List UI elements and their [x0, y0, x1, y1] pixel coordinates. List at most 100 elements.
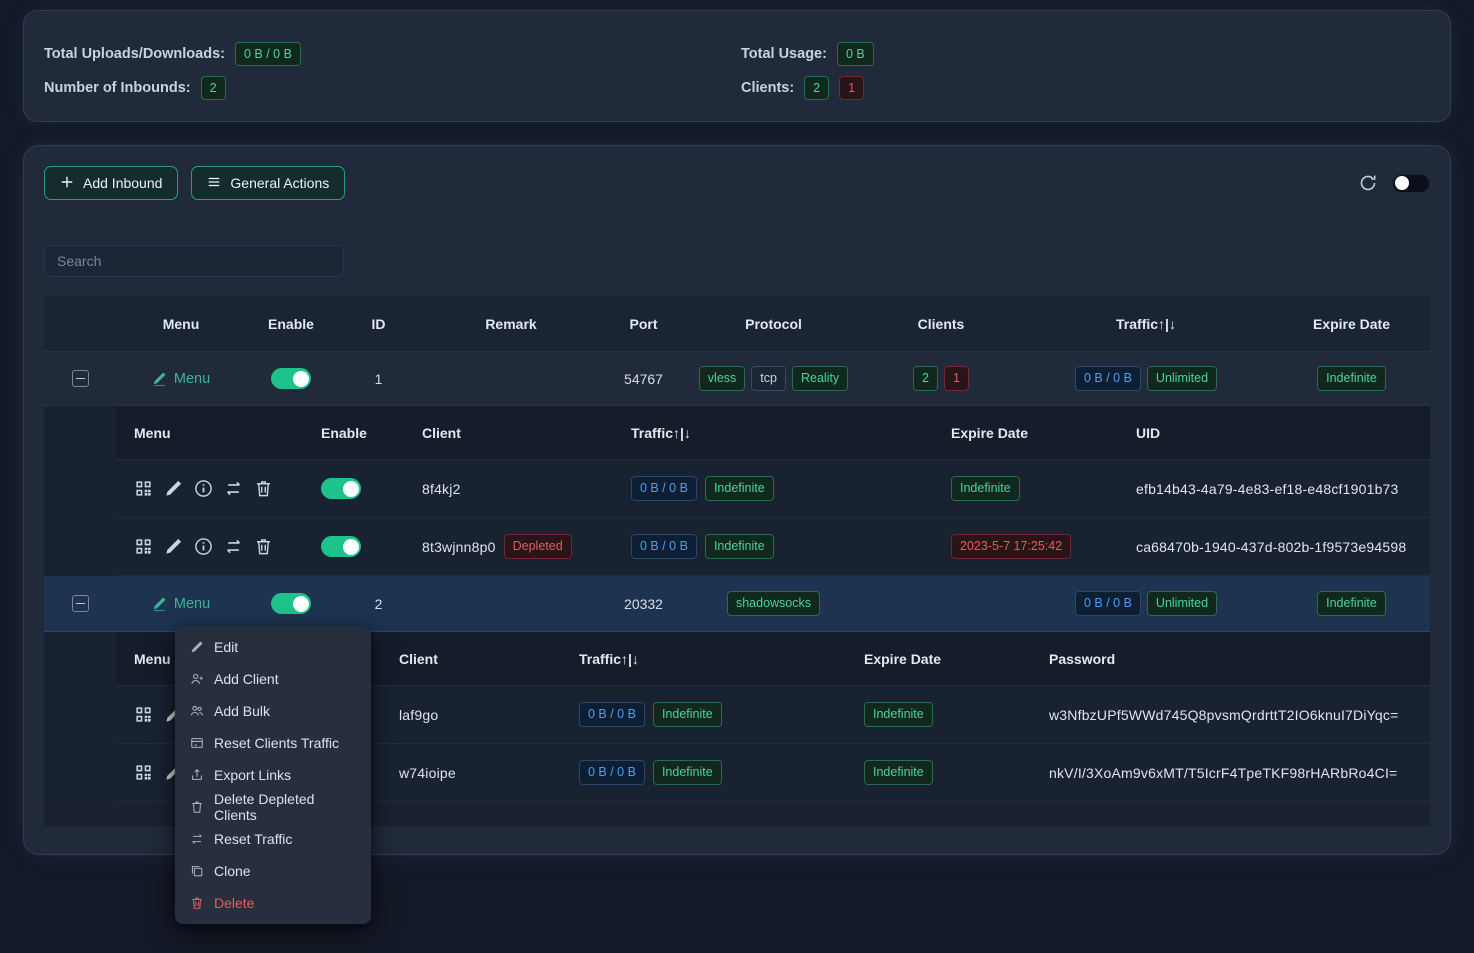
theme-toggle-knob [1395, 176, 1409, 190]
client-row-8t3wjnn8p0: 8t3wjnn8p0 Depleted 0 B / 0 B Indefinite… [116, 518, 1430, 576]
client-expire-badge: Indefinite [864, 702, 933, 726]
client-quota-badge: Indefinite [653, 702, 722, 726]
inbound-1-quota-badge: Unlimited [1147, 366, 1217, 390]
add-inbound-button[interactable]: Add Inbound [44, 166, 178, 200]
context-menu-item-edit[interactable]: Edit [175, 631, 371, 663]
client-uid: efb14b43-4a79-4e83-ef18-e48cf1901b73 [1118, 481, 1432, 497]
sub2-header-traffic-sort[interactable]: Traffic↑|↓ [561, 651, 846, 667]
client-traffic-badge: 0 B / 0 B [631, 476, 697, 500]
sub2-header-password: Password [1031, 651, 1432, 667]
stat-uploads-downloads: Total Uploads/Downloads: 0 B / 0 B [44, 39, 741, 69]
stat-total-usage: Total Usage: 0 B [741, 39, 1430, 69]
client-actions [134, 537, 273, 556]
export-icon [190, 768, 204, 782]
client-expire-badge: Indefinite [864, 760, 933, 784]
client-name: 8t3wjnn8p0 [422, 539, 496, 555]
sub2-header-expire: Expire Date [846, 651, 1031, 667]
inbound-2-menu-label: Menu [174, 596, 210, 612]
uploads-downloads-value: 0 B / 0 B [235, 42, 301, 66]
client-quota-badge: Indefinite [653, 760, 722, 784]
reset-traffic-icon [190, 832, 204, 846]
delete-client-icon[interactable] [254, 479, 273, 498]
context-menu-label: Delete Depleted Clients [214, 791, 356, 823]
client-quota-badge: Indefinite [705, 534, 774, 558]
inbound-1-id: 1 [336, 371, 421, 387]
protocol-badge-reality: Reality [792, 366, 848, 390]
clients-label: Clients: [741, 80, 794, 96]
inbound-2-traffic-badge: 0 B / 0 B [1075, 591, 1141, 615]
theme-toggle[interactable] [1392, 174, 1430, 193]
general-actions-button[interactable]: General Actions [191, 166, 345, 200]
inbound-1-clients-total: 2 [913, 366, 938, 390]
header-remark: Remark [421, 316, 601, 332]
delete-client-icon[interactable] [254, 537, 273, 556]
client-expire-badge: 2023-5-7 17:25:42 [951, 534, 1071, 558]
header-enable: Enable [246, 316, 336, 332]
context-menu-item-clone[interactable]: Clone [175, 855, 371, 887]
client-traffic-badge: 0 B / 0 B [579, 702, 645, 726]
inbound-row-2: Menu 2 20332 shadowsocks 0 B / 0 B Unlim… [44, 576, 1430, 632]
info-icon[interactable] [194, 537, 213, 556]
client-password: nkV/I/3XoAm9v6xMT/T5IcrF4TpeTKF98rHARbRo… [1031, 765, 1432, 781]
qr-code-icon[interactable] [134, 705, 153, 724]
client-enable-switch[interactable] [321, 478, 361, 499]
reset-client-traffic-icon[interactable] [224, 537, 243, 556]
inbound-2-id: 2 [336, 596, 421, 612]
inbounds-page: Total Uploads/Downloads: 0 B / 0 B Numbe… [0, 0, 1474, 953]
context-menu-item-reset-clients-traffic[interactable]: Reset Clients Traffic [175, 727, 371, 759]
search-input[interactable] [44, 245, 344, 277]
clients-total-badge: 2 [804, 76, 829, 100]
sub1-header-expire: Expire Date [933, 425, 1118, 441]
edit-client-icon[interactable] [164, 479, 183, 498]
client-name: laf9go [381, 707, 561, 723]
context-menu-item-add-client[interactable]: Add Client [175, 663, 371, 695]
client-quota-badge: Indefinite [705, 476, 774, 500]
toolbar: Add Inbound General Actions [44, 166, 1430, 200]
inbound-1-expire-badge: Indefinite [1317, 366, 1386, 390]
collapse-icon[interactable] [72, 595, 89, 612]
inbound-2-menu-button[interactable]: Menu [152, 596, 210, 612]
info-icon[interactable] [194, 479, 213, 498]
sub1-header-traffic-sort[interactable]: Traffic↑|↓ [613, 425, 933, 441]
context-menu-item-reset-traffic[interactable]: Reset Traffic [175, 823, 371, 855]
inbound-2-enable-switch[interactable] [271, 593, 311, 614]
client-row-8f4kj2: 8f4kj2 0 B / 0 B Indefinite Indefinite e… [116, 460, 1430, 518]
inbound-1-menu-button[interactable]: Menu [152, 371, 210, 387]
qr-code-icon[interactable] [134, 479, 153, 498]
clone-icon [190, 864, 204, 878]
collapse-icon[interactable] [72, 370, 89, 387]
client-depleted-badge: Depleted [504, 534, 572, 558]
sub1-header-menu: Menu [116, 425, 303, 441]
uploads-downloads-label: Total Uploads/Downloads: [44, 46, 225, 62]
header-protocol: Protocol [686, 316, 861, 332]
inbound-1-traffic-badge: 0 B / 0 B [1075, 366, 1141, 390]
refresh-icon[interactable] [1358, 173, 1378, 193]
inbound-table-header: Menu Enable ID Remark Port Protocol Clie… [44, 296, 1430, 352]
plus-icon [60, 175, 74, 192]
stats-right-column: Total Usage: 0 B Clients: 2 1 [741, 39, 1430, 121]
qr-code-icon[interactable] [134, 537, 153, 556]
context-menu-item-export-links[interactable]: Export Links [175, 759, 371, 791]
context-menu-label: Clone [214, 863, 251, 879]
client-uid: ca68470b-1940-437d-802b-1f9573e94598 [1118, 539, 1432, 555]
context-menu-item-delete-depleted-clients[interactable]: Delete Depleted Clients [175, 791, 371, 823]
protocol-badge-shadowsocks: shadowsocks [727, 591, 820, 615]
sub1-header-enable: Enable [303, 425, 404, 441]
context-menu-label: Reset Traffic [214, 831, 292, 847]
qr-code-icon[interactable] [134, 763, 153, 782]
client-enable-switch[interactable] [321, 536, 361, 557]
client-name: 8f4kj2 [404, 481, 613, 497]
stat-number-of-inbounds: Number of Inbounds: 2 [44, 73, 741, 103]
inbound-1-port: 54767 [601, 371, 686, 387]
sub1-header-uid: UID [1118, 425, 1432, 441]
edit-client-icon[interactable] [164, 537, 183, 556]
stat-clients: Clients: 2 1 [741, 73, 1430, 103]
context-menu-item-delete[interactable]: Delete [175, 887, 371, 919]
context-menu-item-add-bulk[interactable]: Add Bulk [175, 695, 371, 727]
inbounds-count-label: Number of Inbounds: [44, 80, 191, 96]
client-table-1-header: Menu Enable Client Traffic↑|↓ Expire Dat… [116, 406, 1430, 460]
reset-client-traffic-icon[interactable] [224, 479, 243, 498]
general-actions-label: General Actions [230, 175, 329, 191]
header-traffic-sort[interactable]: Traffic↑|↓ [1021, 316, 1271, 332]
inbound-1-enable-switch[interactable] [271, 368, 311, 389]
